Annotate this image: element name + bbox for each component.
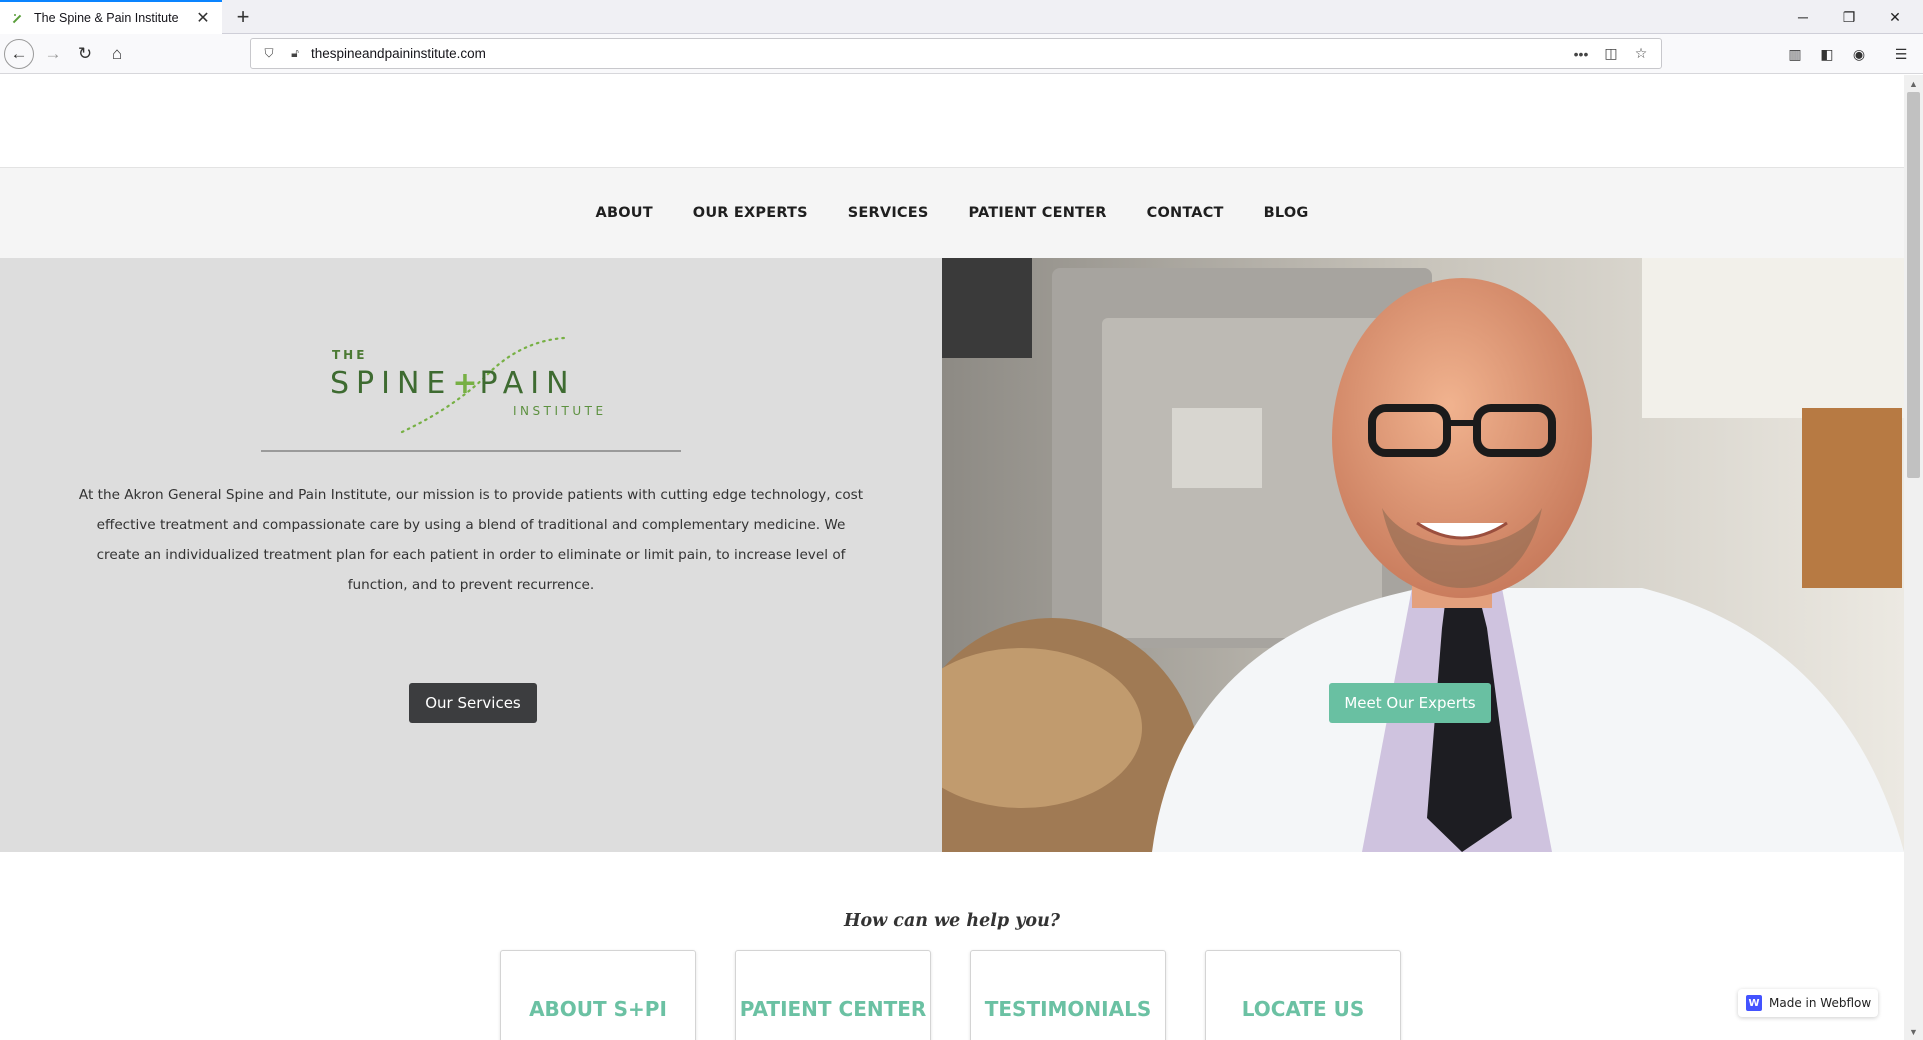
card-testimonials-label: TESTIMONIALS bbox=[984, 997, 1152, 1021]
browser-navigation-bar: ← → ↻ ⌂ ⛉ 🔓︎ thespineandpaininstitute.co… bbox=[0, 34, 1923, 74]
restore-window-button[interactable]: ❐ bbox=[1826, 0, 1872, 34]
card-about-spi[interactable]: ABOUT S+PI bbox=[500, 950, 696, 1040]
webflow-badge-label: Made in Webflow bbox=[1769, 996, 1872, 1010]
nav-about[interactable]: ABOUT bbox=[596, 205, 653, 221]
help-heading: How can we help you? bbox=[843, 911, 1061, 931]
nav-blog[interactable]: BLOG bbox=[1264, 205, 1309, 221]
library-icon[interactable]: ▥ bbox=[1780, 39, 1810, 69]
logo-institute-text: INSTITUTE bbox=[513, 404, 607, 418]
account-icon[interactable]: ◉ bbox=[1844, 39, 1874, 69]
spine-pain-logo[interactable]: THE SPINE+PAIN INSTITUTE bbox=[330, 336, 615, 446]
url-text[interactable]: thespineandpaininstitute.com bbox=[311, 46, 1571, 61]
scrollbar-thumb[interactable] bbox=[1907, 92, 1920, 478]
tab-title: The Spine & Pain Institute bbox=[34, 11, 179, 25]
forward-button[interactable]: → bbox=[38, 39, 68, 69]
insecure-lock-icon[interactable]: 🔓︎ bbox=[285, 44, 305, 64]
new-tab-button[interactable]: + bbox=[230, 4, 256, 30]
card-locate-us-label: LOCATE US bbox=[1241, 997, 1365, 1021]
browser-tab-strip: The Spine & Pain Institute ✕ + ─ ❐ ✕ bbox=[0, 0, 1923, 34]
logo-divider bbox=[261, 450, 681, 452]
sidebar-icon[interactable]: ◧ bbox=[1812, 39, 1842, 69]
hero-doctor-photo: Meet Our Experts bbox=[942, 258, 1904, 852]
reload-button[interactable]: ↻ bbox=[70, 39, 100, 69]
nav-our-experts[interactable]: OUR EXPERTS bbox=[693, 205, 808, 221]
card-locate-us[interactable]: LOCATE US bbox=[1205, 950, 1401, 1040]
page-viewport: ABOUT OUR EXPERTS SERVICES PATIENT CENTE… bbox=[0, 75, 1904, 1040]
bookmark-star-icon[interactable]: ☆ bbox=[1631, 44, 1651, 64]
menu-icon[interactable]: ☰ bbox=[1886, 39, 1916, 69]
scroll-down-arrow-icon[interactable]: ▼ bbox=[1904, 1023, 1923, 1040]
page-actions-icon[interactable]: ••• bbox=[1571, 44, 1591, 64]
home-button[interactable]: ⌂ bbox=[102, 39, 132, 69]
nav-patient-center[interactable]: PATIENT CENTER bbox=[969, 205, 1107, 221]
mission-statement: At the Akron General Spine and Pain Inst… bbox=[78, 487, 864, 593]
back-button[interactable]: ← bbox=[4, 39, 34, 69]
card-testimonials[interactable]: TESTIMONIALS bbox=[970, 950, 1166, 1040]
webflow-logo-icon: W bbox=[1746, 995, 1762, 1011]
doctor-portrait-image bbox=[942, 258, 1904, 852]
minimize-window-button[interactable]: ─ bbox=[1780, 0, 1826, 34]
close-tab-icon[interactable]: ✕ bbox=[194, 9, 212, 27]
page-scrollbar[interactable]: ▲ ▼ bbox=[1904, 75, 1923, 1040]
card-patient-center[interactable]: PATIENT CENTER bbox=[735, 950, 931, 1040]
meet-our-experts-button[interactable]: Meet Our Experts bbox=[1329, 683, 1491, 723]
header-spacer bbox=[0, 75, 1904, 168]
logo-the-text: THE bbox=[332, 348, 368, 362]
hero-intro-panel: THE SPINE+PAIN INSTITUTE At the Akron Ge… bbox=[0, 258, 942, 852]
pocket-icon[interactable]: ◫ bbox=[1601, 44, 1621, 64]
our-services-button[interactable]: Our Services bbox=[409, 683, 537, 723]
site-navigation: ABOUT OUR EXPERTS SERVICES PATIENT CENTE… bbox=[0, 168, 1904, 258]
nav-services[interactable]: SERVICES bbox=[848, 205, 929, 221]
shield-icon[interactable]: ⛉ bbox=[259, 44, 279, 64]
nav-contact[interactable]: CONTACT bbox=[1147, 205, 1224, 221]
site-favicon-icon bbox=[10, 11, 24, 25]
card-patient-center-label: PATIENT CENTER bbox=[739, 997, 927, 1021]
made-in-webflow-badge[interactable]: W Made in Webflow bbox=[1738, 989, 1878, 1017]
logo-wordmark: SPINE+PAIN bbox=[330, 366, 576, 401]
browser-tab[interactable]: The Spine & Pain Institute ✕ bbox=[0, 0, 222, 34]
close-window-button[interactable]: ✕ bbox=[1872, 0, 1918, 34]
address-bar[interactable]: ⛉ 🔓︎ thespineandpaininstitute.com ••• ◫ … bbox=[250, 38, 1662, 69]
card-about-spi-label: ABOUT S+PI bbox=[529, 997, 667, 1021]
scroll-up-arrow-icon[interactable]: ▲ bbox=[1904, 75, 1923, 92]
